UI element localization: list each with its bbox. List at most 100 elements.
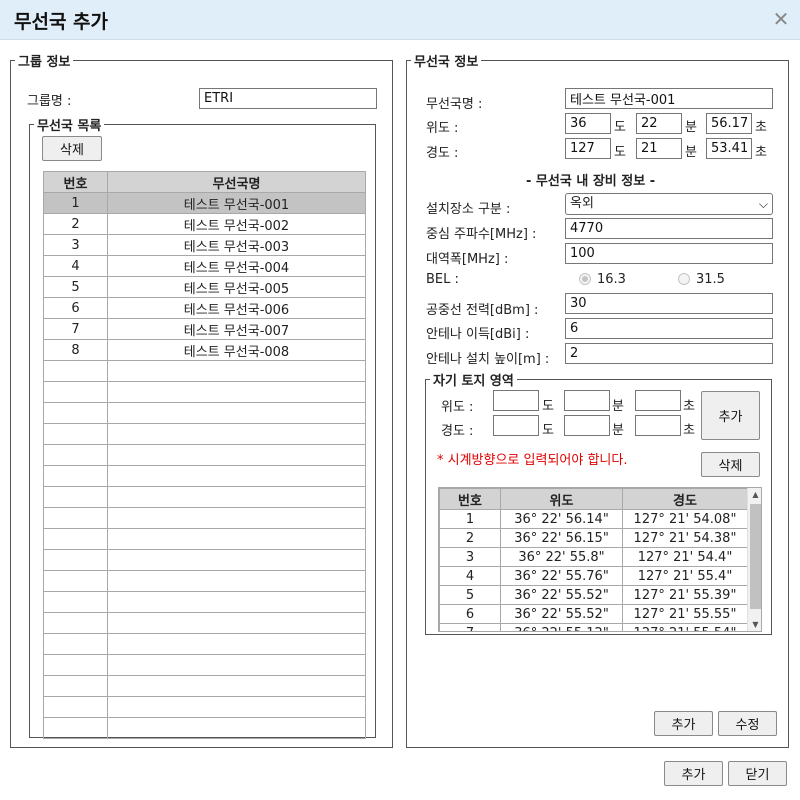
- territory-table-scrollbar[interactable]: ▲ ▼: [747, 488, 761, 631]
- territory-longitude-cell: 127° 21' 55.4": [622, 566, 748, 586]
- antenna-height-input[interactable]: [565, 343, 773, 364]
- territory-legend: 자기 토지 영역: [433, 374, 514, 389]
- station-edit-button[interactable]: 수정: [718, 711, 777, 736]
- footer-close-button[interactable]: 닫기: [728, 761, 787, 786]
- table-row[interactable]: 2 36° 22' 56.15" 127° 21' 54.38": [439, 528, 748, 548]
- territory-number-cell: 6: [439, 604, 501, 624]
- territory-longitude-degree-input[interactable]: [493, 415, 539, 436]
- dialog-titlebar: 무선국 추가 ✕: [0, 0, 800, 40]
- table-row[interactable]: 8 테스트 무선국-008: [43, 339, 366, 361]
- latitude-minute-input[interactable]: [636, 113, 682, 134]
- dialog-title: 무선국 추가: [14, 11, 109, 33]
- station-number-cell: 8: [43, 339, 108, 361]
- station-add-button[interactable]: 추가: [654, 711, 713, 736]
- equipment-info-heading: - 무선국 내 장비 정보 -: [526, 174, 656, 189]
- table-row[interactable]: 2 테스트 무선국-002: [43, 213, 366, 235]
- column-header-number: 번호: [43, 171, 108, 193]
- table-row[interactable]: 4 36° 22' 55.76" 127° 21' 55.4": [439, 566, 748, 586]
- station-info-legend: 무선국 정보: [414, 55, 479, 70]
- table-row[interactable]: 6 테스트 무선국-006: [43, 297, 366, 319]
- territory-longitude-second-unit: 초: [683, 423, 695, 438]
- bel-option-2-label: 31.5: [696, 272, 725, 287]
- bandwidth-label: 대역폭[MHz] :: [426, 252, 509, 267]
- table-row[interactable]: 5 테스트 무선국-005: [43, 276, 366, 298]
- territory-longitude-cell: 127° 21' 54.08": [622, 509, 748, 529]
- territory-number-cell: 3: [439, 547, 501, 567]
- territory-column-number: 번호: [439, 488, 501, 510]
- territory-latitude-cell: 36° 22' 55.12": [500, 623, 623, 631]
- territory-latitude-degree-input[interactable]: [493, 390, 539, 411]
- station-name-cell: 테스트 무선국-004: [107, 255, 366, 277]
- longitude-degree-input[interactable]: [565, 138, 611, 159]
- bel-option-1-label: 16.3: [597, 272, 626, 287]
- territory-latitude-cell: 36° 22' 56.14": [500, 509, 623, 529]
- territory-table: 번호 위도 경도 1 36° 22' 56.14" 127° 21' 54.08" 2…: [439, 488, 748, 631]
- install-location-value: 옥외: [570, 196, 594, 211]
- latitude-label: 위도 :: [426, 121, 459, 136]
- antenna-height-label: 안테나 설치 높이[m] :: [426, 352, 550, 367]
- antenna-gain-input[interactable]: [565, 318, 773, 339]
- station-name-cell: 테스트 무선국-002: [107, 213, 366, 235]
- scroll-down-arrow-icon[interactable]: ▼: [748, 618, 761, 631]
- latitude-second-unit: 초: [755, 120, 767, 135]
- station-name-cell: 테스트 무선국-006: [107, 297, 366, 319]
- bel-label: BEL :: [426, 272, 459, 287]
- territory-add-button[interactable]: 추가: [701, 391, 760, 440]
- table-row[interactable]: 5 36° 22' 55.52" 127° 21' 55.39": [439, 585, 748, 605]
- territory-longitude-cell: 127° 21' 55.39": [622, 585, 748, 605]
- territory-number-cell: 2: [439, 528, 501, 548]
- territory-latitude-minute-unit: 분: [612, 399, 624, 414]
- territory-longitude-cell: 127° 21' 55.54": [622, 623, 748, 631]
- table-row[interactable]: 3 36° 22' 55.8" 127° 21' 54.4": [439, 547, 748, 567]
- delete-station-button[interactable]: 삭제: [42, 136, 102, 161]
- table-row[interactable]: 1 36° 22' 56.14" 127° 21' 54.08": [439, 509, 748, 529]
- table-row[interactable]: 6 36° 22' 55.52" 127° 21' 55.55": [439, 604, 748, 624]
- table-row[interactable]: 736° 22' 55.12"127° 21' 55.54": [439, 623, 748, 631]
- territory-longitude-cell: 127° 21' 54.4": [622, 547, 748, 567]
- station-table: 번호 무선국명 1 테스트 무선국-001 2 테스트 무선국-002 3 테스트 무선국…: [43, 171, 366, 739]
- territory-delete-button[interactable]: 삭제: [701, 452, 760, 477]
- longitude-minute-input[interactable]: [636, 138, 682, 159]
- longitude-second-input[interactable]: [706, 138, 752, 159]
- group-name-label: 그룹명 :: [27, 94, 72, 109]
- latitude-second-input[interactable]: [706, 113, 752, 134]
- table-row[interactable]: 4 테스트 무선국-004: [43, 255, 366, 277]
- bandwidth-input[interactable]: [565, 243, 773, 264]
- table-row[interactable]: 3 테스트 무선국-003: [43, 234, 366, 256]
- station-name-input[interactable]: [565, 88, 773, 109]
- station-number-cell: 4: [43, 255, 108, 277]
- center-frequency-input[interactable]: [565, 218, 773, 239]
- table-row[interactable]: 7 테스트 무선국-007: [43, 318, 366, 340]
- latitude-degree-input[interactable]: [565, 113, 611, 134]
- station-number-cell: 2: [43, 213, 108, 235]
- bel-radio-option-2[interactable]: [678, 273, 690, 285]
- territory-latitude-degree-unit: 도: [542, 399, 554, 414]
- install-location-select[interactable]: 옥외 ⌵: [565, 193, 773, 215]
- latitude-degree-unit: 도: [614, 120, 626, 135]
- territory-column-longitude: 경도: [622, 488, 748, 510]
- territory-latitude-cell: 36° 22' 55.76": [500, 566, 623, 586]
- territory-longitude-minute-input[interactable]: [564, 415, 610, 436]
- clockwise-warning: * 시계방향으로 입력되어야 합니다.: [437, 453, 628, 468]
- center-frequency-label: 중심 주파수[MHz] :: [426, 227, 537, 242]
- group-name-input[interactable]: [199, 88, 377, 109]
- territory-longitude-cell: 127° 21' 55.55": [622, 604, 748, 624]
- group-info-legend: 그룹 정보: [18, 55, 71, 70]
- territory-latitude-second-input[interactable]: [635, 390, 681, 411]
- station-list-legend: 무선국 목록: [37, 119, 102, 134]
- antenna-power-label: 공중선 전력[dBm] :: [426, 303, 539, 318]
- bel-radio-option-1[interactable]: [579, 273, 591, 285]
- territory-number-cell: 5: [439, 585, 501, 605]
- antenna-power-input[interactable]: [565, 293, 773, 314]
- scroll-up-arrow-icon[interactable]: ▲: [748, 488, 761, 502]
- station-name-cell: 테스트 무선국-005: [107, 276, 366, 298]
- antenna-gain-label: 안테나 이득[dBi] :: [426, 327, 530, 342]
- close-icon[interactable]: ✕: [770, 8, 792, 30]
- footer-add-button[interactable]: 추가: [664, 761, 723, 786]
- longitude-degree-unit: 도: [614, 145, 626, 160]
- territory-longitude-second-input[interactable]: [635, 415, 681, 436]
- territory-latitude-label: 위도 :: [441, 400, 474, 415]
- scrollbar-thumb[interactable]: [750, 504, 761, 609]
- table-row[interactable]: 1 테스트 무선국-001: [43, 192, 366, 214]
- territory-latitude-minute-input[interactable]: [564, 390, 610, 411]
